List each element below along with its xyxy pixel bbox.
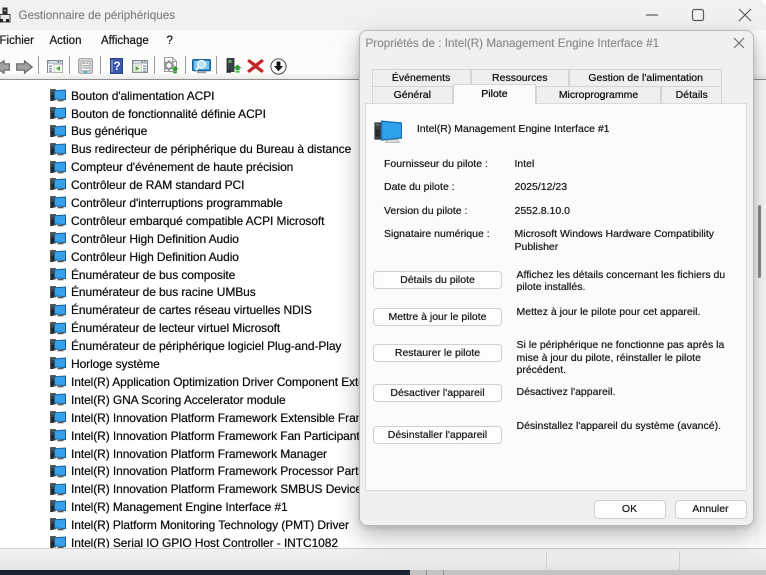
svg-text:?: ? — [113, 59, 120, 73]
